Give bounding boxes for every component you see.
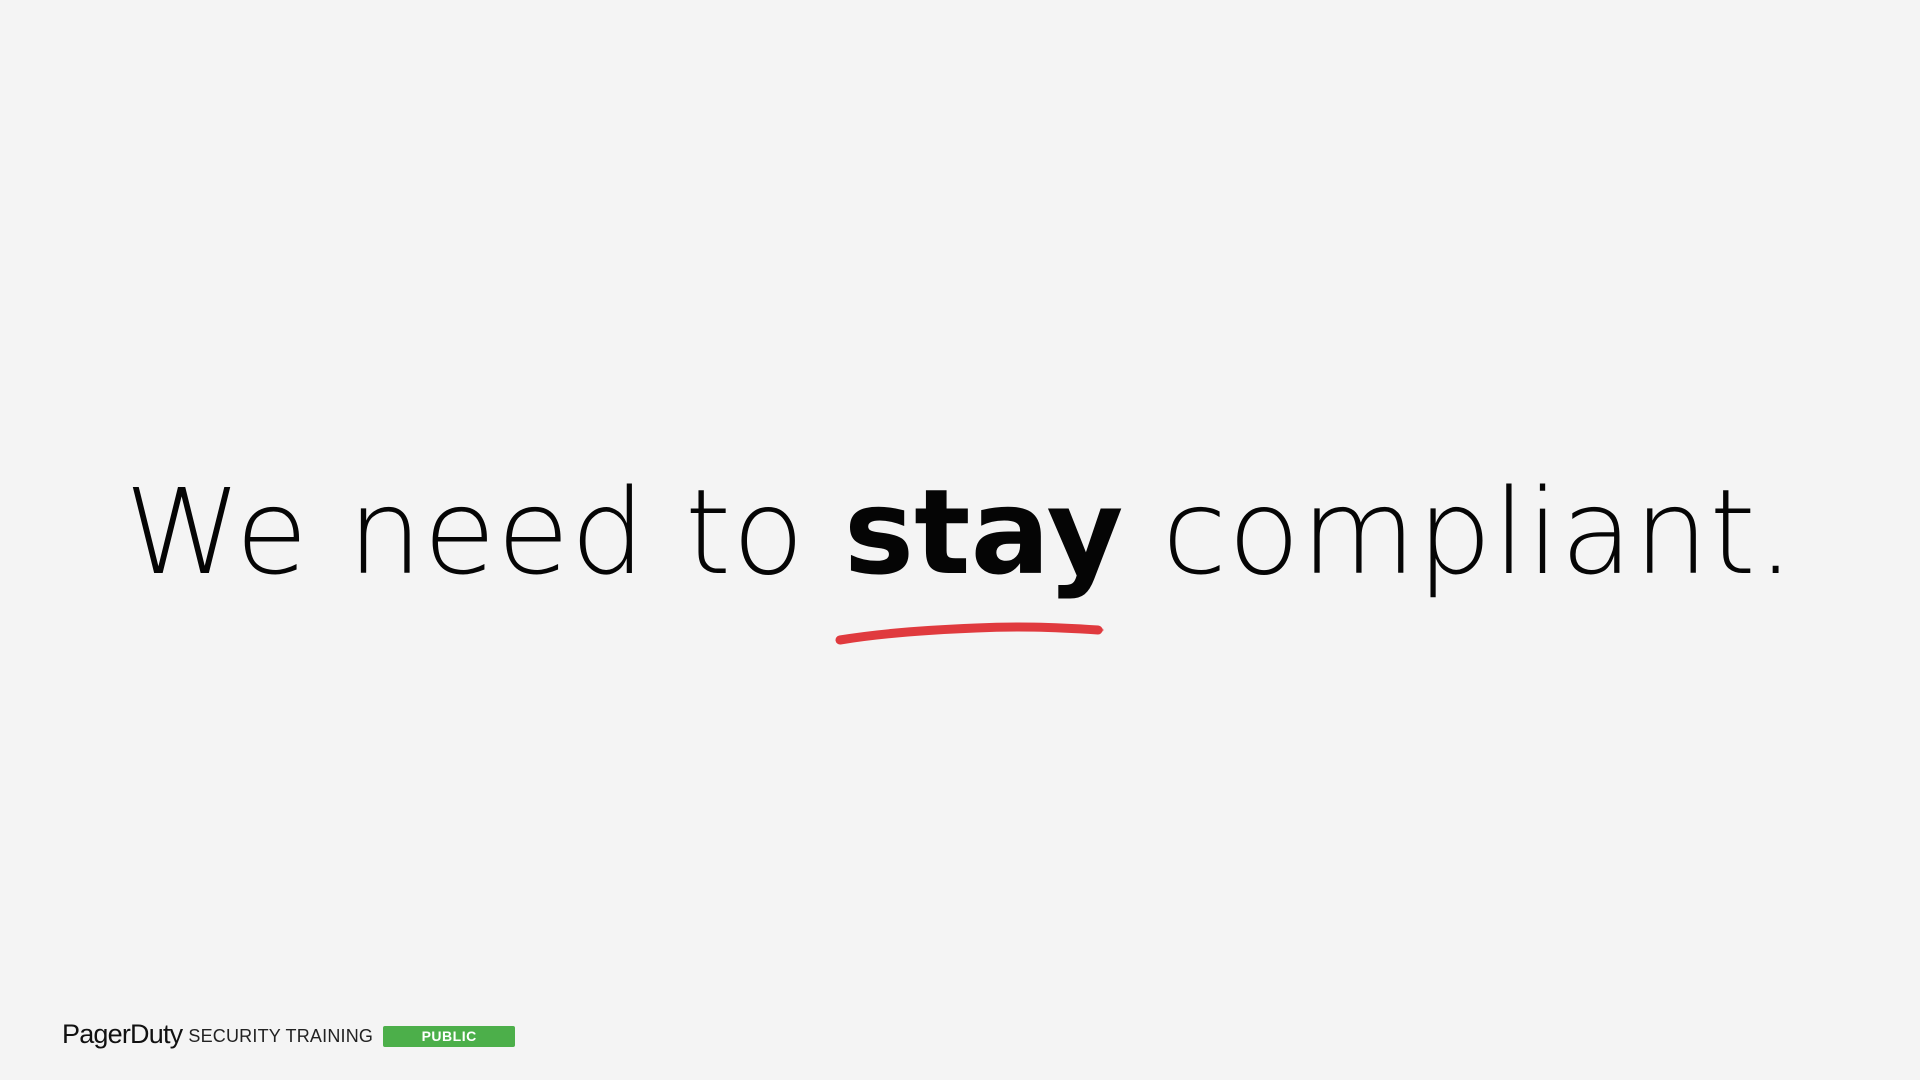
footer: PagerDuty SECURITY TRAINING PUBLIC	[62, 1018, 516, 1050]
classification-badge: PUBLIC	[383, 1025, 516, 1047]
pagerduty-logo: PagerDuty	[62, 1019, 183, 1049]
headline-emphasis-text: stay	[843, 463, 1124, 601]
headline-part-1: We need to	[124, 463, 806, 601]
headline-part-2: compliant.	[1161, 463, 1796, 601]
slide: We need to stay compliant. PagerDuty SEC…	[0, 0, 1920, 1080]
headline: We need to stay compliant.	[0, 462, 1920, 645]
footer-label: SECURITY TRAINING	[188, 1025, 374, 1046]
brush-underline-icon	[835, 622, 1104, 645]
headline-emphasis: stay	[835, 462, 1124, 645]
